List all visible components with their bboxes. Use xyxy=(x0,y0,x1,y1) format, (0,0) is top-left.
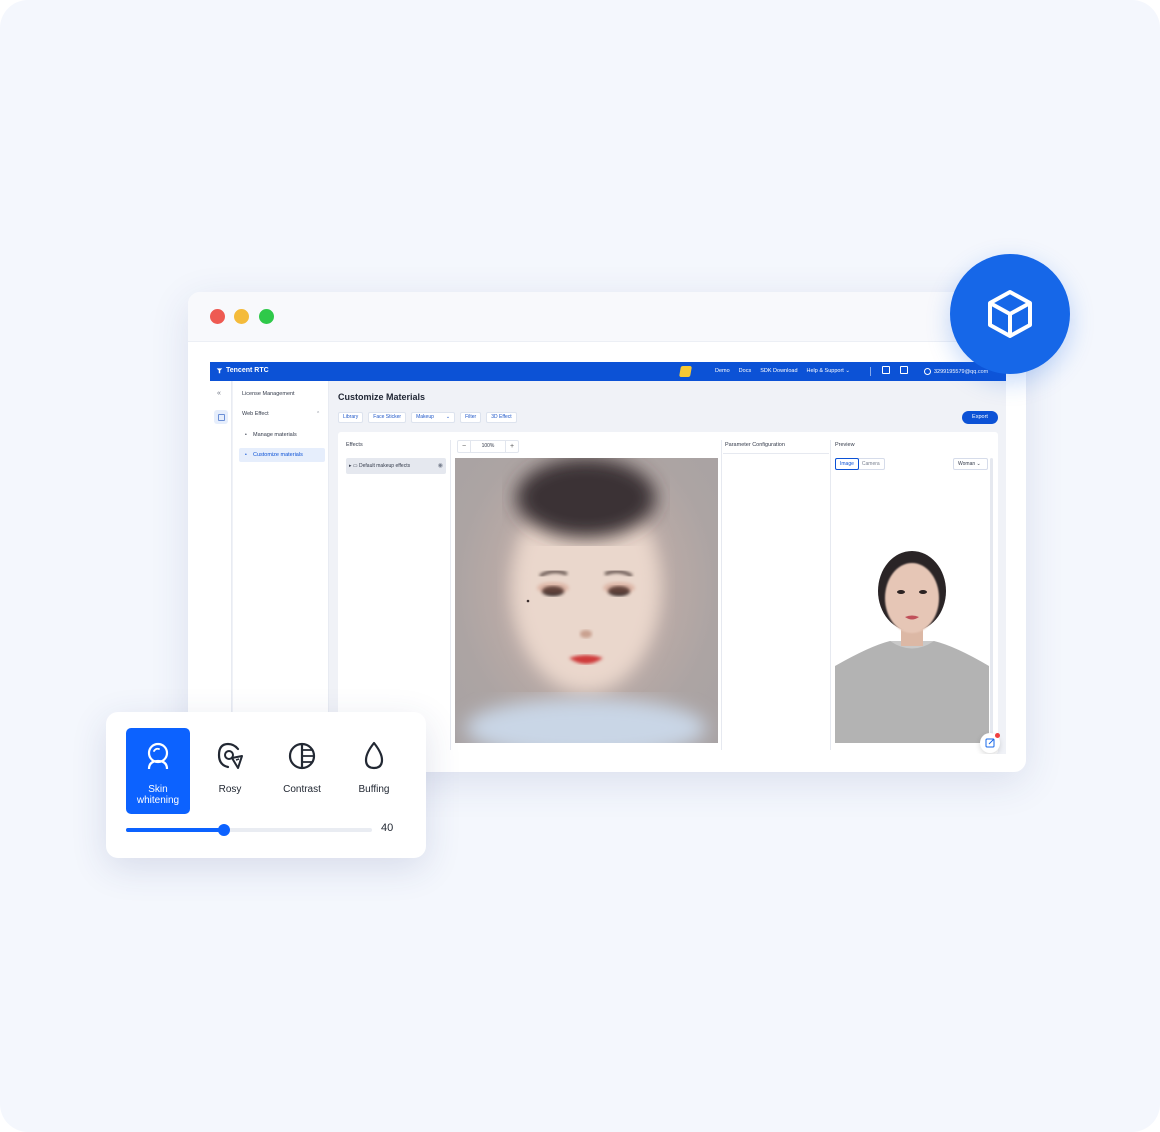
nav-link-docs[interactable]: Docs xyxy=(739,368,752,374)
brand-name: Tencent RTC xyxy=(226,367,269,374)
app-viewport: Tencent RTC Demo Docs SDK Download Help … xyxy=(210,362,1006,754)
promo-icon[interactable] xyxy=(679,366,692,377)
cube-badge xyxy=(950,254,1070,374)
close-window-button[interactable] xyxy=(210,309,225,324)
option-label: Buffing xyxy=(358,784,390,795)
nav-icons xyxy=(882,366,908,374)
preview-mode-image[interactable]: Image xyxy=(835,458,859,470)
option-label: Skin whitening xyxy=(136,784,180,806)
mail-icon[interactable] xyxy=(900,366,908,374)
effect-item-label: Default makeup effects xyxy=(359,463,411,469)
effect-item-default-makeup[interactable]: ▸ ▭ Default makeup effects ◉ xyxy=(346,458,446,474)
user-avatar-icon xyxy=(924,368,931,375)
preview-model-image xyxy=(835,476,989,743)
browser-window: Tencent RTC Demo Docs SDK Download Help … xyxy=(188,292,1026,772)
sidebar-item-license-management[interactable]: License Management xyxy=(242,391,295,397)
caret-right-icon: ▸ xyxy=(349,463,352,469)
page-title: Customize Materials xyxy=(338,392,426,402)
model-portrait xyxy=(835,551,989,743)
chevron-down-icon: ⌄ xyxy=(445,414,451,420)
background-canvas: Tencent RTC Demo Docs SDK Download Help … xyxy=(0,0,1160,1132)
maximize-window-button[interactable] xyxy=(259,309,274,324)
chevron-up-icon[interactable]: ⌃ xyxy=(316,411,320,417)
nav-links: Demo Docs SDK Download Help & Support ⌄ xyxy=(715,368,850,374)
face-illustration xyxy=(466,458,706,743)
beauty-controls-card: Skin whitening Rosy Contrast Buffing 40 xyxy=(106,712,426,858)
effects-title: Effects xyxy=(346,442,363,448)
contrast-icon xyxy=(288,742,316,770)
nav-link-sdk-download[interactable]: SDK Download xyxy=(760,368,797,374)
zoom-control: − 100% + xyxy=(457,440,519,453)
tencent-logo-icon xyxy=(216,368,223,374)
web-effect-rail-icon[interactable] xyxy=(214,410,228,424)
option-contrast[interactable]: Contrast xyxy=(270,728,334,814)
preview-title: Preview xyxy=(835,442,855,448)
option-label: Rosy xyxy=(218,784,242,795)
sidebar-item-web-effect[interactable]: Web Effect xyxy=(242,411,269,417)
parameter-configuration-title: Parameter Configuration xyxy=(725,442,785,448)
nav-link-help-support[interactable]: Help & Support ⌄ xyxy=(807,368,850,374)
preview-mode-camera[interactable]: Camera xyxy=(858,459,884,469)
tab-makeup[interactable]: Makeup ⌄ xyxy=(411,412,456,423)
notification-dot xyxy=(995,733,1000,738)
zoom-out-button[interactable]: − xyxy=(458,443,470,450)
nav-divider xyxy=(870,367,871,376)
minimize-window-button[interactable] xyxy=(234,309,249,324)
collapse-sidebar-icon[interactable]: « xyxy=(217,390,221,397)
editor-face-image[interactable] xyxy=(455,458,718,743)
chevron-down-icon: ⌄ xyxy=(976,461,981,467)
rosy-icon xyxy=(217,742,243,769)
nav-link-demo[interactable]: Demo xyxy=(715,368,730,374)
preview-scrollbar[interactable] xyxy=(990,458,993,743)
tab-3d-effect[interactable]: 3D Effect xyxy=(486,412,517,423)
brand-logo[interactable]: Tencent RTC xyxy=(216,367,269,374)
option-label: Contrast xyxy=(283,784,321,795)
tab-filter[interactable]: Filter xyxy=(460,412,482,423)
account-email: 3299195579@qq.com xyxy=(934,368,989,375)
material-tabs: Library Face Sticker Makeup ⌄ Filter 3D … xyxy=(338,412,517,423)
top-navbar: Tencent RTC Demo Docs SDK Download Help … xyxy=(210,362,1006,381)
skin-whitening-icon xyxy=(147,742,169,770)
column-divider xyxy=(450,440,451,750)
column-divider xyxy=(721,440,722,750)
zoom-value: 100% xyxy=(470,441,506,452)
slider-value: 40 xyxy=(381,822,394,834)
tab-makeup-label: Makeup xyxy=(416,414,434,420)
nav-link-help-label: Help & Support xyxy=(806,368,844,374)
account-menu[interactable]: 3299195579@qq.com xyxy=(924,368,988,375)
editor-panel: Effects ▸ ▭ Default makeup effects ◉ − 1… xyxy=(338,432,998,754)
folder-icon: ▭ xyxy=(352,463,358,469)
tab-face-sticker[interactable]: Face Sticker xyxy=(368,412,407,423)
buffing-icon xyxy=(364,741,384,770)
column-divider xyxy=(830,440,831,750)
tab-library[interactable]: Library xyxy=(338,412,364,423)
intensity-slider[interactable] xyxy=(126,824,372,836)
preview-mode-toggle: Image Camera xyxy=(835,458,885,470)
model-select[interactable]: Woman ⌄ xyxy=(953,458,988,470)
cube-icon xyxy=(988,290,1032,338)
main-content: Customize Materials Library Face Sticker… xyxy=(330,381,1006,754)
parameter-divider xyxy=(723,453,829,454)
icon-rail: « xyxy=(210,381,232,754)
slider-knob[interactable] xyxy=(218,824,231,836)
slider-fill xyxy=(126,828,225,832)
model-select-value: Woman xyxy=(958,461,976,467)
option-rosy[interactable]: Rosy xyxy=(198,728,262,814)
sidebar-item-customize-materials[interactable]: Customize materials xyxy=(239,448,325,462)
export-button[interactable]: Export xyxy=(962,411,998,424)
eye-icon[interactable]: ◉ xyxy=(438,458,443,474)
zoom-in-button[interactable]: + xyxy=(506,443,518,450)
option-skin-whitening[interactable]: Skin whitening xyxy=(126,728,190,814)
option-buffing[interactable]: Buffing xyxy=(342,728,406,814)
side-menu: License Management Web Effect ⌃ Manage m… xyxy=(233,381,329,754)
billing-icon[interactable] xyxy=(882,366,890,374)
window-title-bar xyxy=(188,292,1026,342)
chevron-down-icon: ⌄ xyxy=(845,368,850,374)
sidebar-item-manage-materials[interactable]: Manage materials xyxy=(239,428,325,442)
feedback-button[interactable] xyxy=(980,733,1000,753)
